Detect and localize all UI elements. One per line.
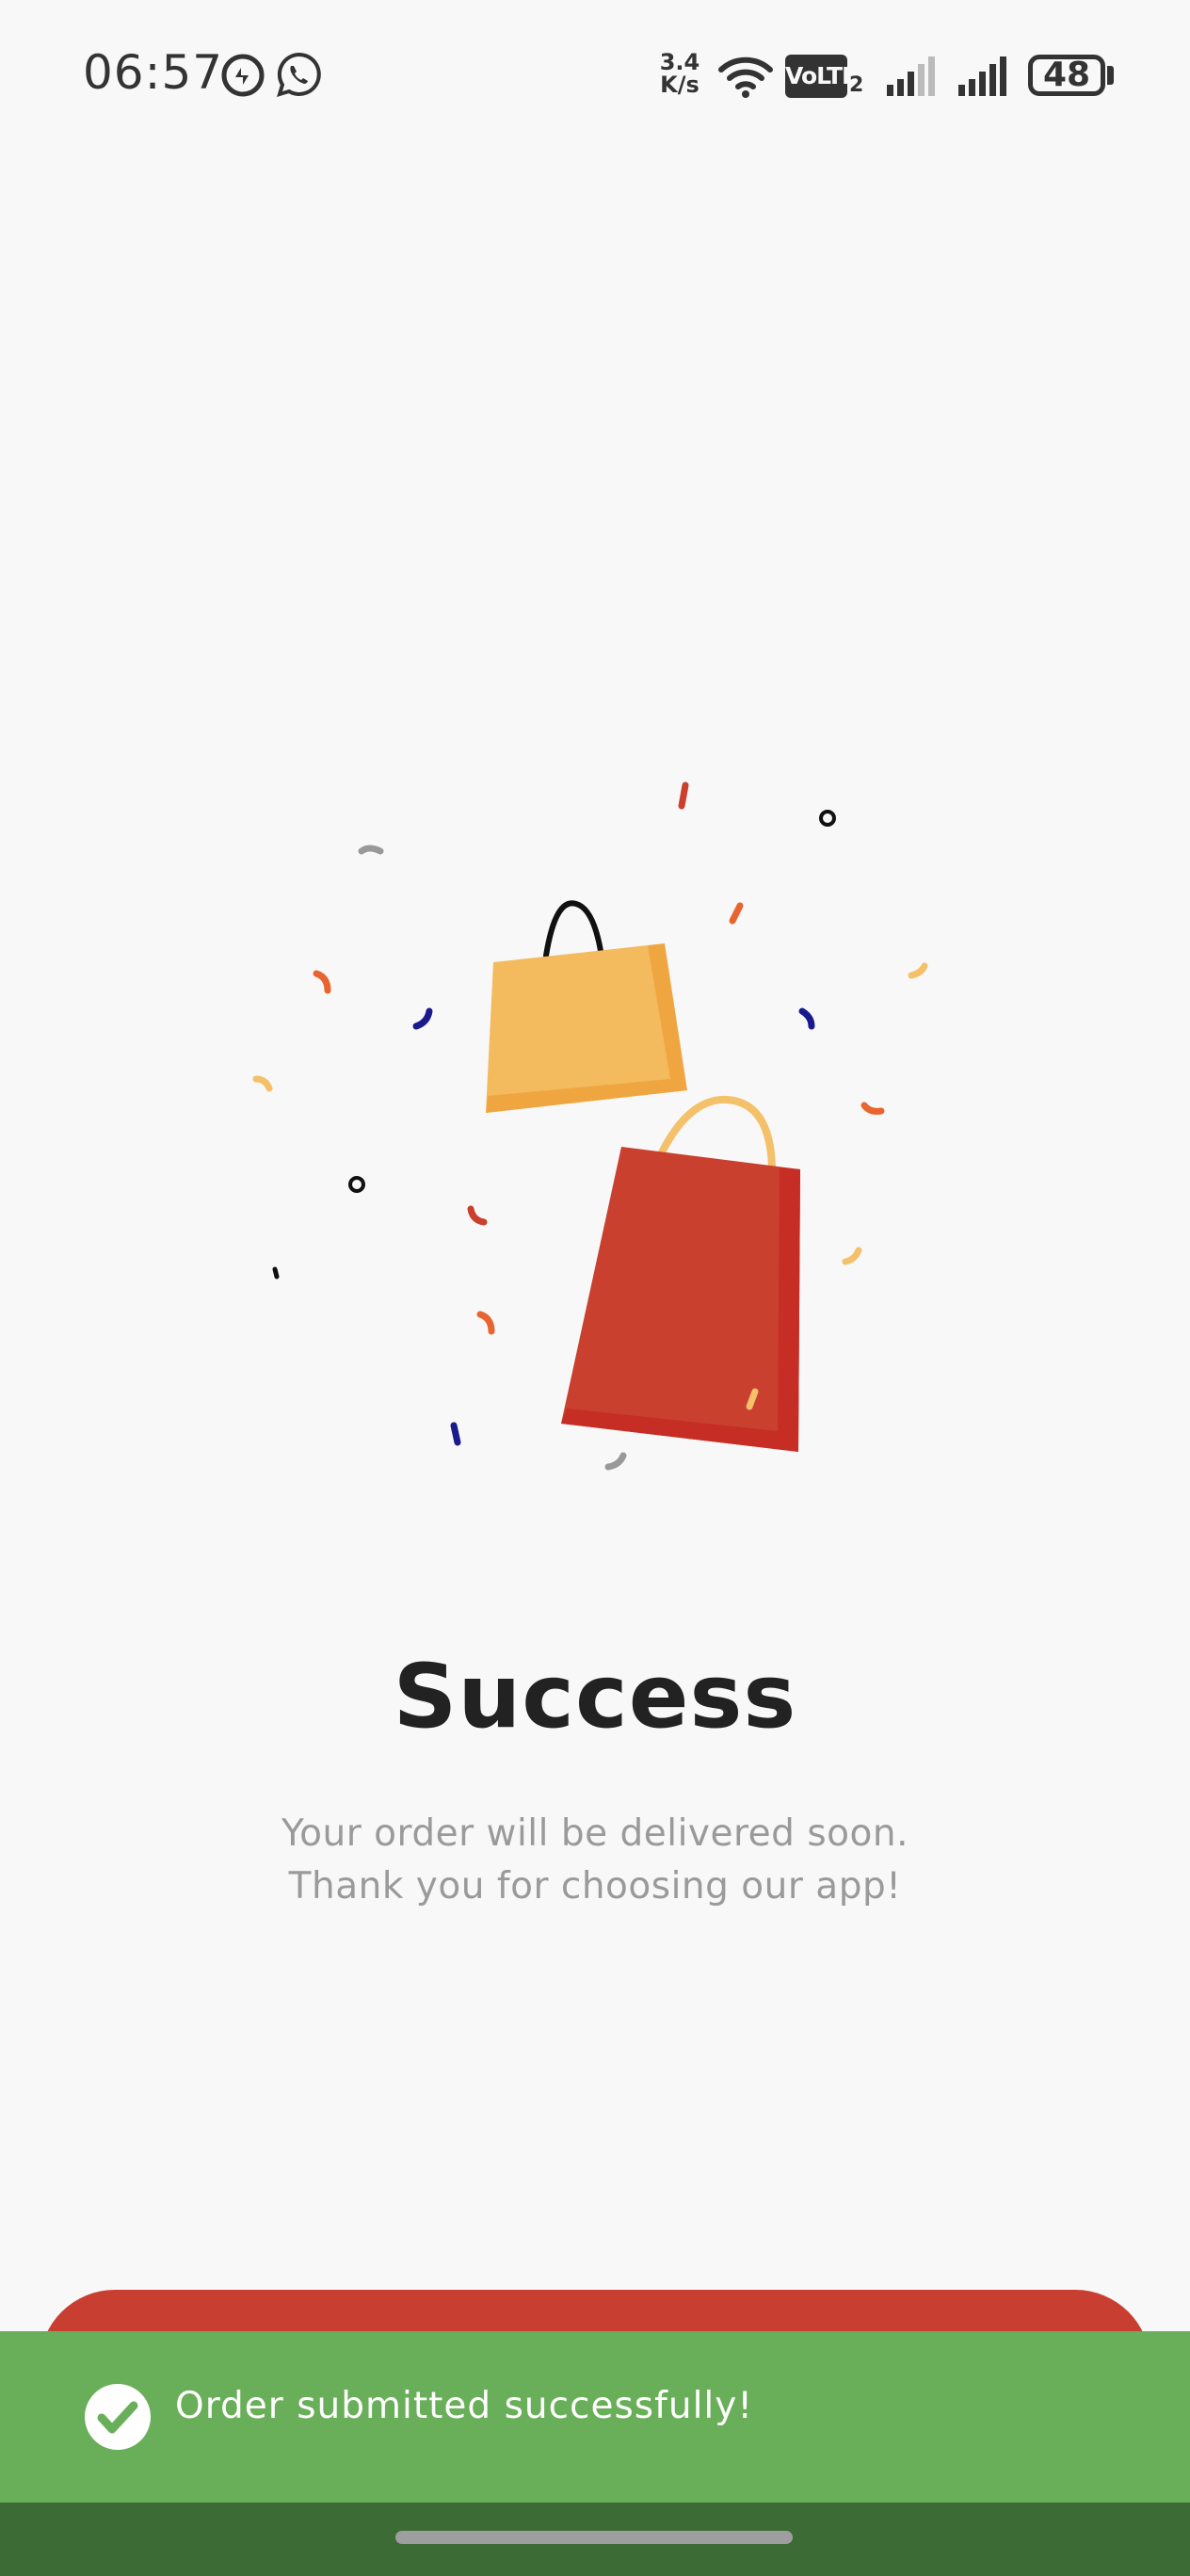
success-toast: Order submitted successfully!	[0, 2331, 1190, 2503]
home-gesture-handle[interactable]	[395, 2531, 793, 2544]
toast-message: Order submitted successfully!	[175, 2385, 753, 2427]
success-message-line: Thank you for choosing our app!	[288, 1865, 902, 1908]
check-icon	[85, 2384, 151, 2450]
navigation-bar	[0, 2503, 1190, 2576]
shopping-bags-illustration	[252, 781, 928, 1471]
success-message-line: Your order will be delivered soon.	[281, 1812, 909, 1855]
page-title: Success	[393, 1646, 797, 1748]
success-message: Your order will be delivered soon. Thank…	[0, 1808, 1190, 1913]
